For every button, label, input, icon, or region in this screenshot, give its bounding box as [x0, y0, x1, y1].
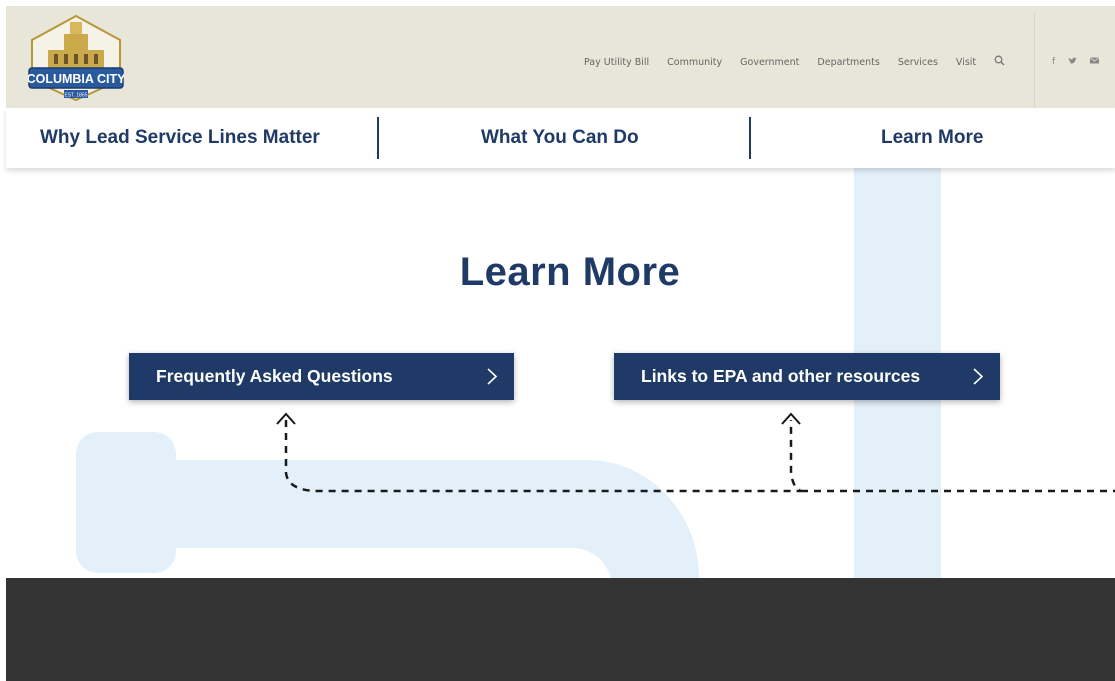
columbia-city-logo[interactable]: COLUMBIA CITY EST. 1865: [28, 14, 124, 102]
nav-visit[interactable]: Visit: [956, 57, 976, 68]
nav-government[interactable]: Government: [740, 57, 799, 68]
learn-more-section: Learn More Frequently Asked Questions Li…: [6, 168, 1115, 578]
tab-learn-more[interactable]: Learn More: [881, 108, 983, 168]
svg-text:COLUMBIA CITY: COLUMBIA CITY: [28, 72, 124, 86]
header-separator: [1034, 12, 1035, 108]
nav-community[interactable]: Community: [667, 57, 722, 68]
section-divider: [749, 117, 751, 159]
section-nav: Why Lead Service Lines Matter What You C…: [6, 108, 1115, 168]
search-icon[interactable]: [994, 55, 1005, 69]
chevron-right-icon: [973, 368, 984, 385]
social-links: f: [1052, 50, 1112, 74]
chevron-right-icon: [487, 368, 498, 385]
nav-services[interactable]: Services: [898, 57, 938, 68]
epa-links-button[interactable]: Links to EPA and other resources: [614, 353, 1000, 400]
svg-text:EST. 1865: EST. 1865: [64, 93, 87, 99]
tab-what-you-can-do[interactable]: What You Can Do: [481, 108, 639, 168]
site-header: COLUMBIA CITY EST. 1865 Pay Utility Bill…: [6, 6, 1115, 109]
section-divider: [377, 117, 379, 159]
mail-icon[interactable]: [1089, 57, 1100, 67]
faq-button[interactable]: Frequently Asked Questions: [129, 353, 514, 400]
faq-button-label: Frequently Asked Questions: [156, 366, 393, 386]
tab-why-lead-service-lines-matter[interactable]: Why Lead Service Lines Matter: [40, 108, 320, 168]
nav-pay-utility-bill[interactable]: Pay Utility Bill: [584, 57, 649, 68]
page-title: Learn More: [459, 250, 681, 294]
facebook-icon[interactable]: f: [1052, 57, 1055, 67]
epa-links-button-label: Links to EPA and other resources: [641, 366, 921, 386]
site-footer: [6, 578, 1115, 681]
nav-departments[interactable]: Departments: [817, 57, 879, 68]
top-nav: Pay Utility Bill Community Government De…: [584, 50, 1005, 74]
twitter-icon[interactable]: [1068, 57, 1077, 68]
